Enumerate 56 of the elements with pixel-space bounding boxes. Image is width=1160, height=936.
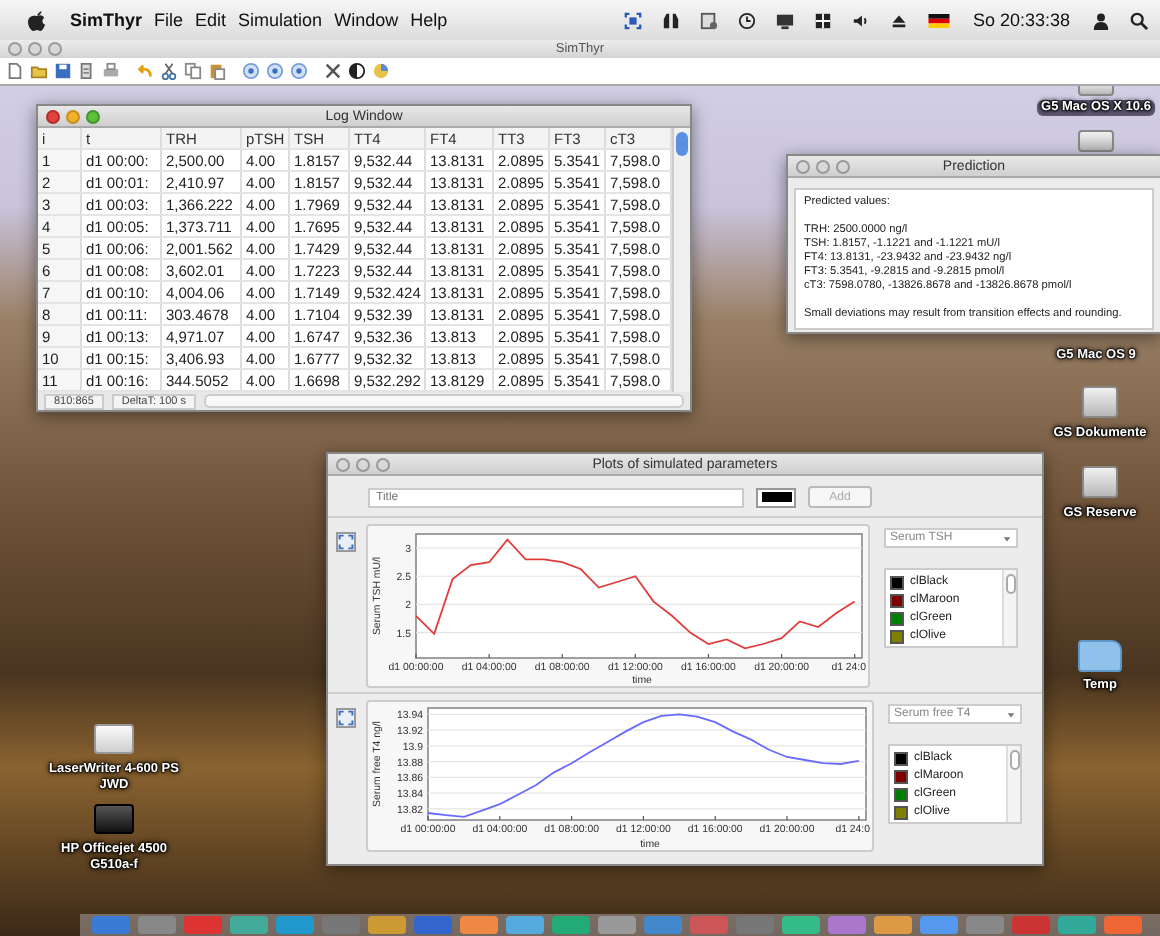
- window-control-button[interactable]: [836, 159, 850, 173]
- search-icon[interactable]: [1130, 11, 1148, 29]
- folder-icon[interactable]: [1078, 640, 1122, 672]
- user-icon[interactable]: [1092, 11, 1110, 29]
- display-icon[interactable]: [776, 11, 795, 29]
- crop-icon[interactable]: [624, 11, 643, 29]
- print-icon[interactable]: [102, 62, 120, 80]
- caret-icon: [1002, 533, 1012, 543]
- drive-icon[interactable]: [1078, 130, 1114, 152]
- printer-icon[interactable]: [94, 724, 134, 754]
- grid-icon[interactable]: [814, 11, 833, 29]
- document-icon[interactable]: [700, 11, 719, 29]
- folder-icon[interactable]: [30, 62, 48, 80]
- save-icon[interactable]: [54, 62, 72, 80]
- window-control-button[interactable]: [46, 109, 60, 123]
- window-control-button[interactable]: [796, 159, 810, 173]
- menu-item[interactable]: Edit: [195, 10, 227, 30]
- drive-icon[interactable]: [1082, 466, 1118, 498]
- document-icon[interactable]: [78, 62, 96, 80]
- binoculars-icon[interactable]: [662, 11, 681, 29]
- drive-icon[interactable]: [1082, 386, 1118, 418]
- text-area[interactable]: [794, 188, 1154, 330]
- window-control-button[interactable]: [376, 457, 390, 471]
- dock-drawing[interactable]: [80, 914, 1160, 936]
- clock-icon[interactable]: [738, 11, 757, 29]
- window-control-button[interactable]: [86, 109, 100, 123]
- window-control-button[interactable]: [336, 457, 350, 471]
- volume-icon[interactable]: [852, 11, 871, 29]
- scrollbar[interactable]: [1002, 570, 1016, 646]
- undo-icon[interactable]: [136, 62, 154, 80]
- flag-icon[interactable]: [928, 13, 951, 27]
- new-document-icon[interactable]: [6, 62, 24, 80]
- menu-item[interactable]: Simulation: [238, 10, 323, 30]
- contrast-icon[interactable]: [348, 62, 366, 80]
- scrollbar[interactable]: [204, 394, 684, 408]
- menu-item[interactable]: SimThyr: [70, 10, 143, 30]
- eject-icon[interactable]: [890, 11, 909, 29]
- color-well[interactable]: [756, 487, 796, 507]
- cut-icon[interactable]: [160, 62, 178, 80]
- scrollbar[interactable]: [1006, 746, 1020, 822]
- paste-icon[interactable]: [208, 62, 226, 80]
- menu-clock[interactable]: So 20:33:38: [972, 10, 1070, 30]
- printer-icon[interactable]: [94, 804, 134, 834]
- menu-item[interactable]: Help: [410, 10, 448, 30]
- apple-logo-icon[interactable]: [28, 9, 46, 31]
- expand-icon[interactable]: [336, 708, 356, 728]
- caret-icon: [1006, 709, 1016, 719]
- menu-item[interactable]: File: [154, 10, 184, 30]
- window-control-button[interactable]: [356, 457, 370, 471]
- expand-icon[interactable]: [336, 532, 356, 552]
- pie-chart-icon[interactable]: [372, 62, 390, 80]
- window-control-button[interactable]: [66, 109, 80, 123]
- scrollbar[interactable]: [672, 128, 690, 392]
- window-control-button[interactable]: [816, 159, 830, 173]
- menu-item[interactable]: Window: [334, 10, 399, 30]
- copy-icon[interactable]: [184, 62, 202, 80]
